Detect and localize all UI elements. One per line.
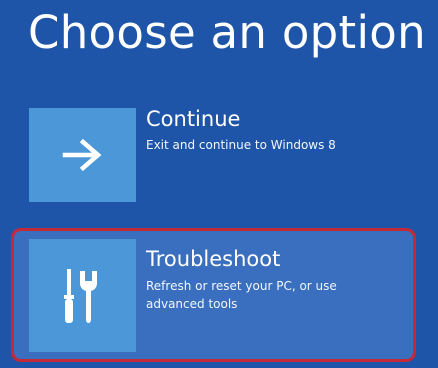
continue-description: Exit and continue to Windows 8: [146, 138, 336, 152]
troubleshoot-option[interactable]: Troubleshoot Refresh or reset your PC, o…: [29, 239, 409, 352]
continue-option[interactable]: Continue Exit and continue to Windows 8: [29, 107, 419, 202]
arrow-right-icon: [61, 137, 105, 173]
continue-label: Continue: [146, 107, 241, 131]
continue-tile[interactable]: [29, 108, 136, 202]
tools-icon: [61, 267, 105, 325]
troubleshoot-description: Refresh or reset your PC, or use advance…: [146, 279, 337, 311]
troubleshoot-label: Troubleshoot: [146, 247, 281, 271]
troubleshoot-tile[interactable]: [29, 239, 136, 352]
page-title: Choose an option: [28, 6, 426, 59]
